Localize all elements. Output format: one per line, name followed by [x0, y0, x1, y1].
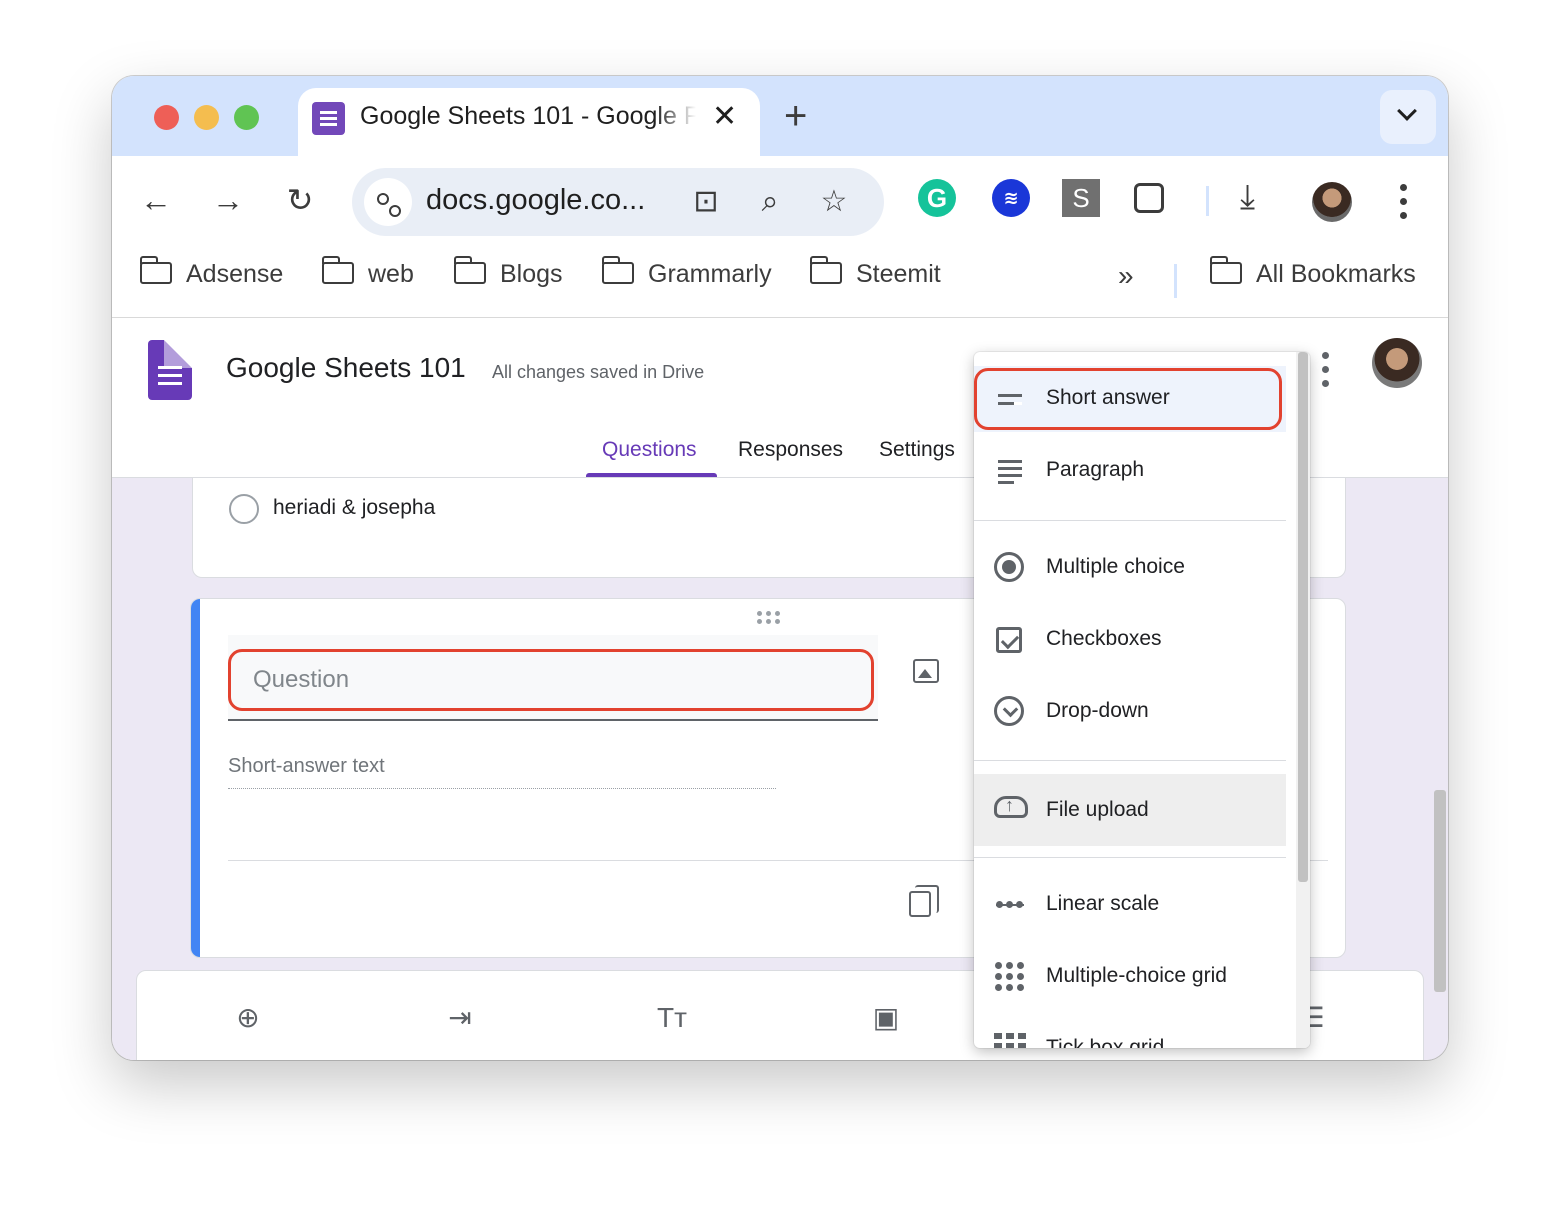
tab-close-icon[interactable]: ✕	[712, 100, 737, 134]
import-questions-icon[interactable]: ⇥	[445, 1003, 475, 1033]
reload-button[interactable]: ↻	[278, 178, 322, 222]
radio-button-icon	[994, 552, 1024, 582]
profile-avatar[interactable]	[1312, 182, 1352, 222]
url-text[interactable]: docs.google.co...	[426, 184, 645, 217]
google-forms-logo-icon[interactable]	[148, 340, 192, 400]
linear-scale-icon	[994, 889, 1026, 921]
dropdown-icon	[994, 696, 1024, 726]
checkbox-icon	[996, 627, 1022, 653]
drag-handle-icon[interactable]	[757, 611, 781, 625]
back-button[interactable]: ←	[134, 178, 178, 222]
zoom-icon[interactable]: ⌕	[752, 184, 788, 220]
active-card-accent	[191, 599, 200, 957]
add-question-icon[interactable]: ⊕	[233, 1003, 263, 1033]
tick-box-grid-icon	[994, 1033, 1026, 1048]
question-field	[228, 635, 878, 721]
folder-icon	[321, 256, 354, 285]
page-scrollbar[interactable]	[1434, 790, 1446, 992]
menu-item-linear-scale[interactable]: Linear scale	[974, 872, 1286, 938]
grammarly-extension-icon[interactable]: G	[918, 179, 956, 217]
question-type-menu: Short answer Paragraph Multiple choice C…	[974, 352, 1310, 1048]
bookmark-blogs[interactable]: Blogs	[453, 256, 563, 296]
browser-menu-icon[interactable]	[1394, 182, 1414, 222]
site-info-icon[interactable]	[364, 178, 412, 226]
new-tab-button[interactable]: +	[784, 94, 807, 138]
menu-item-multiple-choice[interactable]: Multiple choice	[974, 535, 1286, 601]
download-icon[interactable]: ⤓	[1240, 178, 1255, 217]
browser-toolbar: ← → ↻ docs.google.co... ⊡ ⌕ ☆ G ≋ S ⤓	[112, 156, 1448, 244]
folder-icon	[601, 256, 634, 285]
bookmark-web[interactable]: web	[321, 256, 414, 296]
bookmarks-bar: Adsense web Blogs Grammarly Steemit » Al…	[112, 244, 1448, 318]
bookmark-star-icon[interactable]: ☆	[816, 184, 852, 220]
active-tab-indicator	[586, 473, 717, 477]
minimize-window-button[interactable]	[194, 105, 219, 130]
menu-scrollbar[interactable]	[1296, 352, 1310, 1048]
account-avatar[interactable]	[1372, 338, 1422, 388]
question-input[interactable]	[228, 649, 874, 711]
bookmark-adsense[interactable]: Adsense	[139, 256, 283, 296]
folder-icon	[139, 256, 172, 285]
grid-icon	[994, 961, 1026, 993]
menu-separator	[974, 857, 1286, 858]
more-bookmarks-icon[interactable]: »	[1118, 260, 1134, 292]
chevron-down-icon	[1397, 101, 1417, 121]
translate-icon[interactable]: ⊡	[688, 184, 724, 220]
save-status: All changes saved in Drive	[492, 362, 705, 382]
browser-window: Google Sheets 101 - Google Forms ✕ + ← →…	[112, 76, 1448, 1060]
address-bar[interactable]: docs.google.co... ⊡ ⌕ ☆	[352, 168, 884, 236]
paragraph-icon	[994, 455, 1026, 487]
duplicate-icon[interactable]	[909, 885, 939, 917]
tab-settings[interactable]: Settings	[879, 438, 955, 462]
more-options-icon[interactable]	[1316, 350, 1336, 390]
tab-strip: Google Sheets 101 - Google Forms ✕ +	[112, 76, 1448, 156]
tab-search-button[interactable]	[1380, 90, 1436, 144]
menu-item-checkboxes[interactable]: Checkboxes	[974, 607, 1286, 673]
tab-responses[interactable]: Responses	[738, 438, 843, 462]
menu-item-tick-box-grid[interactable]: Tick box grid	[974, 1016, 1286, 1048]
menu-item-file-upload[interactable]: File upload	[974, 774, 1286, 846]
steem-extension-icon[interactable]: ≋	[992, 179, 1030, 217]
short-answer-hint: Short-answer text	[228, 755, 385, 777]
folder-icon	[453, 256, 486, 285]
menu-item-drop-down[interactable]: Drop-down	[974, 679, 1286, 745]
toolbar-divider	[1206, 186, 1209, 216]
radio-option-icon[interactable]	[229, 494, 259, 524]
short-answer-highlight	[974, 368, 1282, 430]
s-extension-icon[interactable]: S	[1062, 179, 1100, 217]
bookmark-grammarly[interactable]: Grammarly	[601, 256, 772, 296]
close-window-button[interactable]	[154, 105, 179, 130]
add-image-icon[interactable]	[913, 659, 939, 683]
menu-scrollbar-thumb[interactable]	[1298, 352, 1308, 882]
cloud-upload-icon	[994, 795, 1028, 818]
tab-title: Google Sheets 101 - Google Forms	[360, 102, 696, 130]
add-image-icon[interactable]: ▣	[871, 1003, 901, 1033]
add-title-icon[interactable]: Tт	[657, 1003, 687, 1033]
all-bookmarks[interactable]: All Bookmarks	[1209, 256, 1416, 296]
option-label: heriadi & josepha	[273, 496, 436, 519]
menu-item-multiple-choice-grid[interactable]: Multiple-choice grid	[974, 944, 1286, 1010]
maximize-window-button[interactable]	[234, 105, 259, 130]
form-title[interactable]: Google Sheets 101	[226, 352, 466, 384]
tab-questions[interactable]: Questions	[602, 438, 697, 462]
bookmarks-divider	[1174, 264, 1177, 298]
menu-separator	[974, 760, 1286, 761]
bookmark-steemit[interactable]: Steemit	[809, 256, 941, 296]
forms-favicon-icon	[312, 102, 345, 135]
menu-separator	[974, 520, 1286, 521]
short-answer-underline	[228, 788, 776, 789]
menu-item-paragraph[interactable]: Paragraph	[974, 438, 1286, 504]
extensions-puzzle-icon[interactable]	[1134, 183, 1164, 213]
folder-icon	[1209, 256, 1242, 285]
folder-icon	[809, 256, 842, 285]
browser-tab-active[interactable]: Google Sheets 101 - Google Forms ✕	[298, 88, 760, 156]
forward-button[interactable]: →	[206, 178, 250, 222]
